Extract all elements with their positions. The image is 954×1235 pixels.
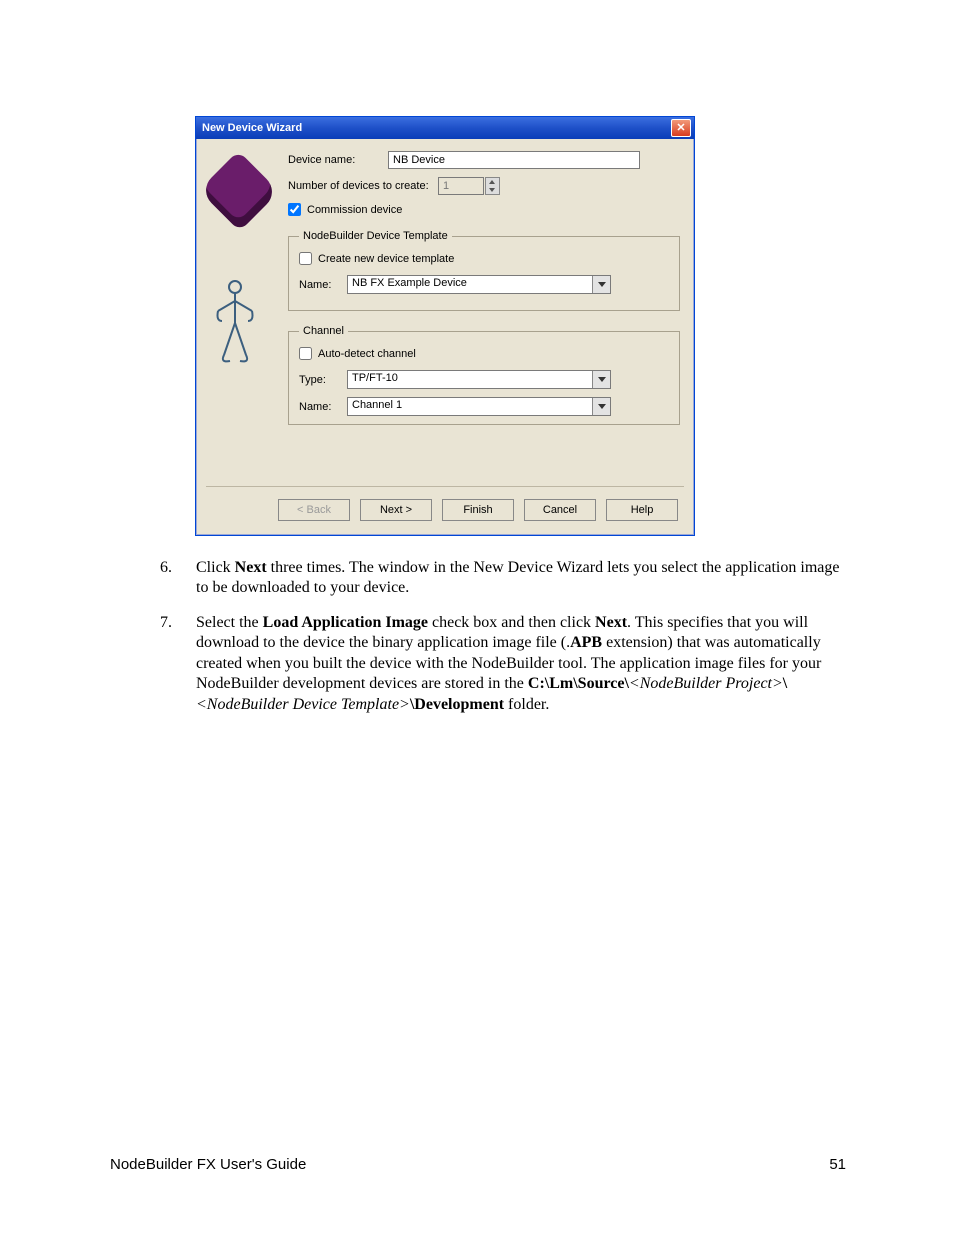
back-button[interactable]: < Back <box>278 499 350 521</box>
create-template-label: Create new device template <box>318 253 454 265</box>
page-footer: NodeBuilder FX User's Guide 51 <box>110 1156 846 1173</box>
channel-legend: Channel <box>299 325 348 337</box>
create-template-checkbox[interactable]: Create new device template <box>299 252 669 265</box>
chevron-down-icon[interactable] <box>592 371 610 388</box>
help-button[interactable]: Help <box>606 499 678 521</box>
channel-name-label: Name: <box>299 401 347 413</box>
autodetect-label: Auto-detect channel <box>318 348 416 360</box>
template-name-select[interactable]: NB FX Example Device <box>347 275 611 294</box>
titlebar: New Device Wizard ✕ <box>196 117 694 139</box>
commission-device-checkbox[interactable]: Commission device <box>288 203 680 216</box>
wizard-logo-icon <box>199 151 280 232</box>
finish-button[interactable]: Finish <box>442 499 514 521</box>
num-devices-label: Number of devices to create: <box>288 180 438 192</box>
channel-type-select[interactable]: TP/FT-10 <box>347 370 611 389</box>
page-number: 51 <box>829 1156 846 1173</box>
chevron-down-icon[interactable] <box>592 276 610 293</box>
template-name-label: Name: <box>299 279 347 291</box>
step-6-text: Click Next three times. The window in th… <box>196 558 848 599</box>
autodetect-checkbox[interactable]: Auto-detect channel <box>299 347 669 360</box>
new-device-wizard-dialog: New Device Wizard ✕ Device name: <box>195 116 695 536</box>
channel-type-label: Type: <box>299 374 347 386</box>
device-template-group: NodeBuilder Device Template Create new d… <box>288 230 680 311</box>
close-icon[interactable]: ✕ <box>671 119 691 137</box>
window-title: New Device Wizard <box>202 122 302 134</box>
num-devices-input[interactable] <box>438 177 484 195</box>
wizard-sidebar <box>204 151 278 370</box>
cancel-button[interactable]: Cancel <box>524 499 596 521</box>
device-name-input[interactable] <box>388 151 640 169</box>
commission-device-label: Commission device <box>307 204 402 216</box>
step-7-text: Select the Load Application Image check … <box>196 613 848 715</box>
device-template-legend: NodeBuilder Device Template <box>299 230 452 242</box>
separator <box>206 486 684 487</box>
channel-group: Channel Auto-detect channel Type: TP/FT-… <box>288 325 680 425</box>
footer-title: NodeBuilder FX User's Guide <box>110 1156 306 1173</box>
step-number: 7. <box>160 613 196 715</box>
instruction-text: 6. Click Next three times. The window in… <box>160 558 848 729</box>
wizard-figure-icon <box>204 277 266 367</box>
device-name-label: Device name: <box>288 154 388 166</box>
num-devices-spinner[interactable] <box>485 177 500 195</box>
channel-name-select[interactable]: Channel 1 <box>347 397 611 416</box>
chevron-down-icon[interactable] <box>592 398 610 415</box>
step-number: 6. <box>160 558 196 599</box>
next-button[interactable]: Next > <box>360 499 432 521</box>
